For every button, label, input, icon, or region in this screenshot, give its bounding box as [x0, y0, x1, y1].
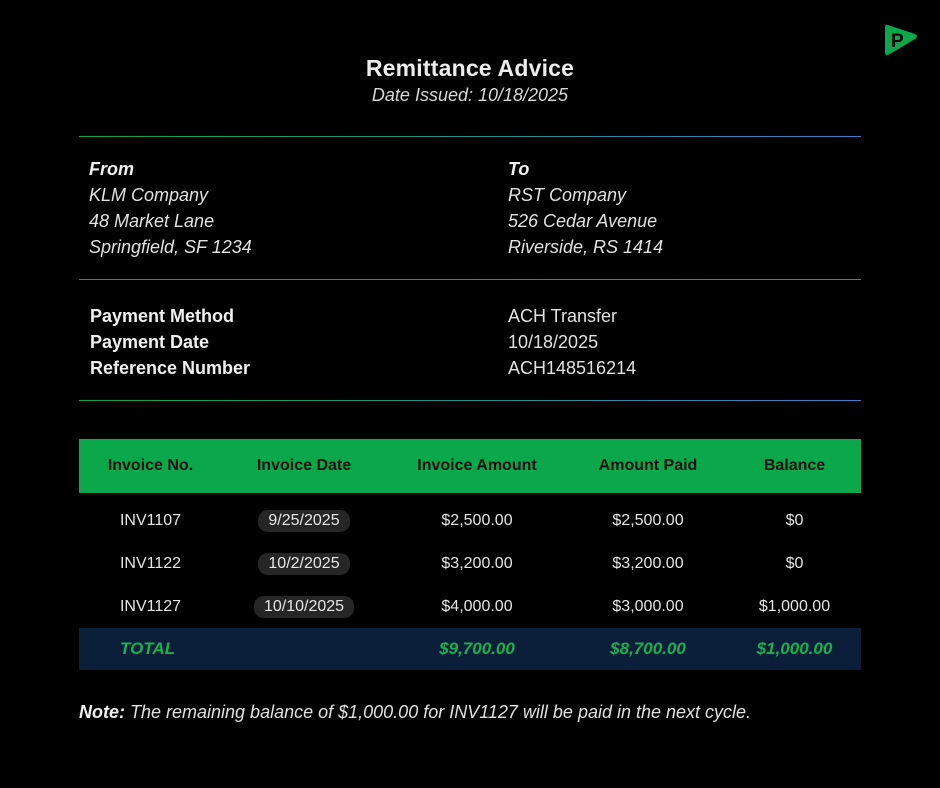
invoice-amount: $3,200.00	[441, 554, 513, 572]
invoice-number: INV1122	[119, 554, 182, 572]
to-city: Riverside, RS 1414	[508, 237, 664, 257]
column-header: Invoice Date	[222, 439, 386, 493]
balance: $1,000.00	[758, 597, 831, 615]
total-amount-paid: $8,700.00	[568, 628, 728, 670]
total-label: TOTAL	[79, 628, 222, 670]
divider	[79, 136, 861, 137]
p-brand-icon: P	[885, 24, 917, 56]
reference-number-label: Reference Number	[90, 358, 251, 378]
payment-labels: Payment Method Payment Date Reference Nu…	[90, 303, 250, 381]
to-street: 526 Cedar Avenue	[508, 211, 658, 231]
amount-paid: $2,500.00	[612, 511, 684, 529]
invoice-number: INV1107	[119, 511, 182, 529]
from-block: From KLM Company 48 Market Lane Springfi…	[89, 156, 252, 260]
note-label: Note:	[79, 702, 125, 722]
column-header: Invoice Amount	[386, 439, 568, 493]
from-city: Springfield, SF 1234	[89, 237, 252, 257]
from-label: From	[89, 159, 134, 179]
document-title: Remittance Advice	[365, 55, 575, 81]
to-block: To RST Company 526 Cedar Avenue Riversid…	[508, 156, 663, 260]
table-row: INV1122 10/2/2025 $3,200.00 $3,200.00 $0	[79, 542, 861, 585]
table-row: INV1107 9/25/2025 $2,500.00 $2,500.00 $0	[79, 493, 861, 542]
svg-text:P: P	[891, 31, 904, 52]
column-header: Balance	[728, 439, 861, 493]
invoice-table: Invoice No. Invoice Date Invoice Amount …	[79, 439, 861, 670]
invoice-amount: $4,000.00	[441, 597, 513, 615]
column-header: Invoice No.	[79, 439, 222, 493]
from-street: 48 Market Lane	[89, 211, 215, 231]
payment-date-value: 10/18/2025	[508, 332, 599, 352]
column-header: Amount Paid	[568, 439, 728, 493]
note-text: The remaining balance of $1,000.00 for I…	[125, 702, 752, 722]
invoice-amount: $2,500.00	[441, 511, 513, 529]
to-label: To	[508, 159, 530, 179]
invoice-date-pill: 9/25/2025	[258, 509, 350, 532]
payment-date-label: Payment Date	[90, 332, 210, 352]
amount-paid: $3,200.00	[612, 554, 684, 572]
from-name: KLM Company	[89, 185, 209, 205]
date-issued: Date Issued: 10/18/2025	[371, 85, 569, 105]
balance: $0	[785, 511, 804, 529]
invoice-date-cell: 10/2/2025	[222, 542, 386, 585]
invoice-date-cell: 9/25/2025	[222, 493, 386, 542]
table-header-row: Invoice No. Invoice Date Invoice Amount …	[79, 439, 861, 493]
invoice-date-cell: 10/10/2025	[222, 585, 386, 628]
invoice-date-pill: 10/2/2025	[258, 552, 350, 575]
document-header: Remittance Advice Date Issued: 10/18/202…	[0, 55, 940, 106]
reference-number-value: ACH148516214	[508, 358, 637, 378]
total-row: TOTAL $9,700.00 $8,700.00 $1,000.00	[79, 628, 861, 670]
payment-method-label: Payment Method	[90, 306, 235, 326]
to-name: RST Company	[508, 185, 627, 205]
divider	[79, 400, 861, 401]
total-balance: $1,000.00	[728, 628, 861, 670]
payment-method-value: ACH Transfer	[508, 306, 618, 326]
balance: $0	[785, 554, 804, 572]
total-invoice-amount: $9,700.00	[386, 628, 568, 670]
table-row: INV1127 10/10/2025 $4,000.00 $3,000.00 $…	[79, 585, 861, 628]
invoice-number: INV1127	[119, 597, 182, 615]
payment-values: ACH Transfer 10/18/2025 ACH148516214	[508, 303, 636, 381]
divider	[79, 279, 861, 280]
note: Note: The remaining balance of $1,000.00…	[79, 702, 751, 723]
invoice-date-pill: 10/10/2025	[253, 595, 355, 618]
amount-paid: $3,000.00	[612, 597, 684, 615]
total-empty-cell	[222, 628, 386, 670]
